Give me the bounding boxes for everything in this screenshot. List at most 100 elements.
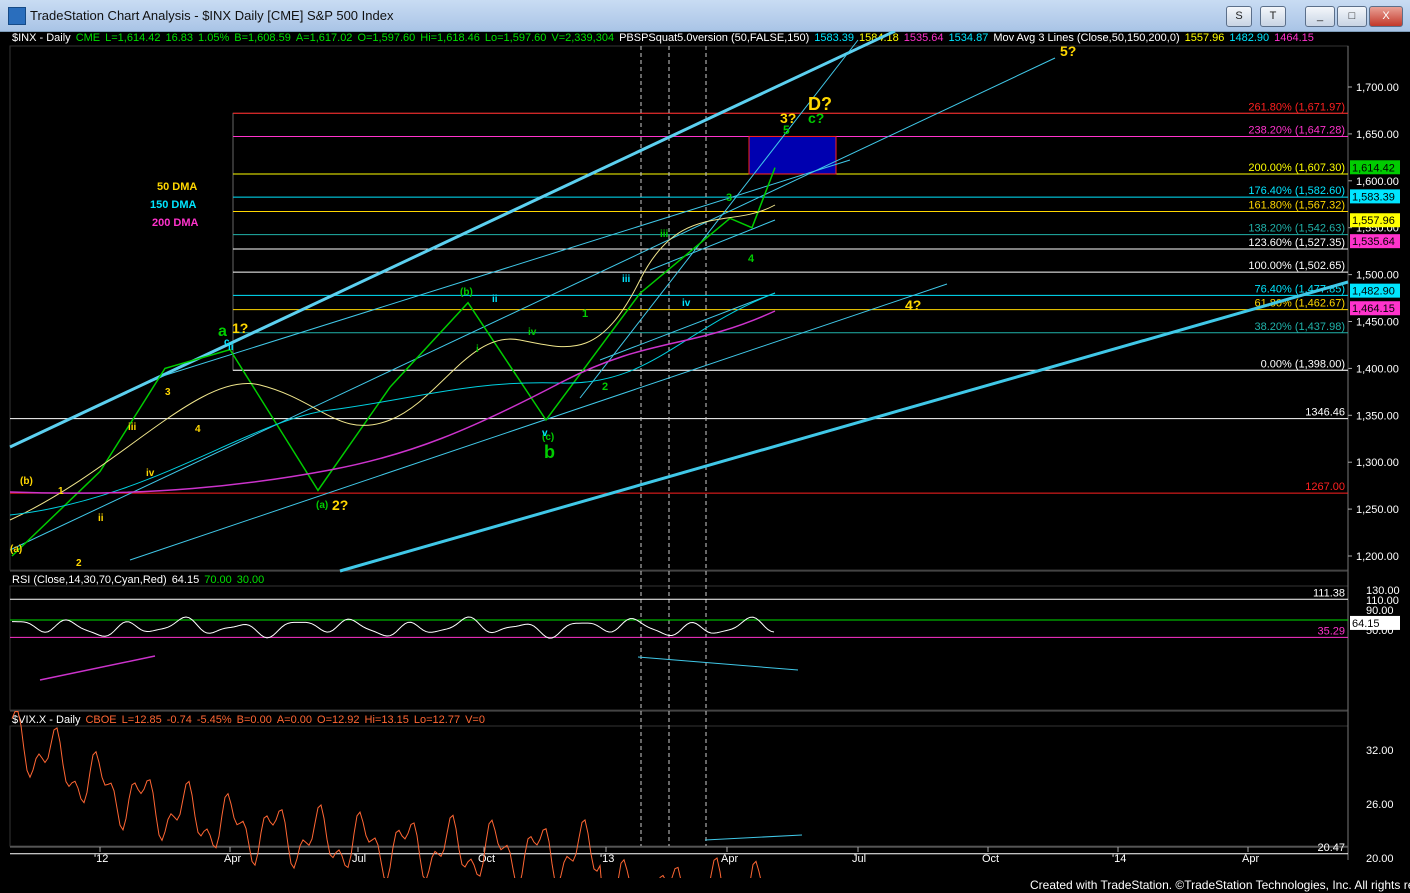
fib-level-label: 76.40% (1,477.85)	[1254, 283, 1345, 295]
vix-line	[11, 711, 761, 878]
wave-label: i	[476, 344, 479, 355]
wave-label: 1?	[232, 320, 248, 336]
time-axis-tick-label: Jul	[352, 853, 366, 865]
fib-level-label: 100.00% (1,502.65)	[1248, 260, 1345, 272]
trend-channel-line[interactable]	[9, 57, 1056, 551]
wave-label: 5	[783, 123, 790, 137]
time-axis-tick-label: Apr	[721, 853, 738, 865]
wave-label: (b)	[460, 287, 473, 298]
wave-label: iv	[528, 327, 537, 338]
wave-label: c?	[808, 110, 824, 126]
rsi-divergence-line[interactable]	[637, 656, 799, 671]
wave-label: (b)	[20, 476, 33, 487]
price-axis-tick-label: 1,650.00	[1356, 129, 1399, 141]
vix-trend-line[interactable]	[704, 834, 803, 841]
wave-label: 1	[582, 308, 588, 320]
ma-label: 50 DMA	[157, 181, 197, 193]
fib-level-label: 261.80% (1,671.97)	[1248, 101, 1345, 113]
time-axis-tick-label: Apr	[1242, 853, 1259, 865]
symbol-link-button[interactable]: S	[1226, 6, 1252, 27]
wave-label: iv	[682, 298, 691, 309]
fib-level-label: 38.20% (1,437.98)	[1254, 321, 1345, 333]
trend-channel-line[interactable]	[9, 31, 896, 449]
vix-pane-frame	[9, 725, 1349, 847]
price-series-line	[11, 167, 776, 557]
wave-label: v	[542, 428, 548, 439]
ma-label: 200 DMA	[152, 217, 199, 229]
ma-200-line	[9, 310, 776, 494]
tradestation-app-icon	[8, 7, 26, 25]
wave-label: 4?	[905, 297, 921, 313]
maximize-button[interactable]: □	[1337, 6, 1367, 27]
fib-level-label: 200.00% (1,607.30)	[1248, 162, 1345, 174]
price-axis-tick-label: 1,700.00	[1356, 82, 1399, 94]
wave-label: 3	[726, 192, 732, 204]
ma-label: 150 DMA	[150, 199, 197, 211]
rsi-horizontal-line-label: 35.29	[1317, 625, 1345, 637]
price-axis-badge-text: 1,583.39	[1352, 191, 1395, 203]
wave-label: iii	[128, 422, 137, 433]
price-axis-badge-text: 1,614.42	[1352, 162, 1395, 174]
wave-label: b	[544, 442, 555, 462]
wave-label: 1	[58, 486, 64, 497]
wave-label: (a)	[316, 500, 328, 511]
copyright-footer: Created with TradeStation. ©TradeStation…	[1030, 878, 1410, 892]
wave-label: iii	[660, 229, 669, 240]
toolbar-link-button[interactable]: T	[1260, 6, 1286, 27]
fib-level-label: 138.20% (1,542.63)	[1248, 223, 1345, 235]
rsi-horizontal-line-label: 111.38	[1313, 587, 1345, 599]
wave-label: (a)	[10, 544, 22, 555]
time-axis-tick-label: Oct	[478, 853, 495, 865]
trend-channel-line[interactable]	[339, 280, 1349, 573]
close-button[interactable]: X	[1369, 6, 1403, 27]
vix-horizontal-line-label: 20.47	[1317, 842, 1345, 854]
wave-label: ii	[228, 342, 234, 353]
wave-label: 5?	[1060, 43, 1076, 59]
wave-label: 4	[195, 424, 201, 435]
fib-level-label: 161.80% (1,567.32)	[1248, 199, 1345, 211]
trend-channel-line[interactable]	[149, 159, 851, 381]
minimize-button[interactable]: _	[1305, 6, 1335, 27]
wave-label: ii	[492, 294, 498, 305]
price-axis-tick-label: 1,600.00	[1356, 176, 1399, 188]
wave-label: 2	[76, 558, 82, 569]
rsi-pane-frame	[9, 585, 1349, 711]
price-axis-tick-label: 1,250.00	[1356, 504, 1399, 516]
price-axis-badge-text: 1,535.64	[1352, 236, 1395, 248]
price-axis-tick-label: 1,500.00	[1356, 270, 1399, 282]
vix-axis-tick-label: 32.00	[1366, 745, 1394, 757]
price-axis-tick-label: 1,200.00	[1356, 551, 1399, 563]
window-titlebar: TradeStation Chart Analysis - $INX Daily…	[0, 0, 1410, 32]
chart-area[interactable]: 1,700.001,650.001,600.001,550.001,500.00…	[0, 31, 1410, 878]
time-axis-tick-label: '12	[94, 853, 108, 865]
price-axis-tick-label: 1,400.00	[1356, 363, 1399, 375]
wave-label: iii	[622, 274, 631, 285]
ma-50-line	[9, 204, 776, 521]
time-axis-tick-label: Jul	[852, 853, 866, 865]
wave-label: 2	[602, 381, 608, 393]
wave-label: iv	[146, 468, 155, 479]
time-axis-tick-label: Oct	[982, 853, 999, 865]
price-axis-tick-label: 1,450.00	[1356, 317, 1399, 329]
horizontal-line-label: 1346.46	[1305, 407, 1345, 419]
time-axis-tick-label: Apr	[224, 853, 241, 865]
ma-150-line	[9, 292, 776, 516]
fib-level-label: 176.40% (1,582.60)	[1248, 185, 1345, 197]
vix-axis-tick-label: 26.00	[1366, 799, 1394, 811]
time-axis-tick-label: '13	[600, 853, 614, 865]
window-title: TradeStation Chart Analysis - $INX Daily…	[30, 8, 394, 23]
trend-channel-line[interactable]	[129, 283, 948, 561]
rsi-axis-badge-text: 64.15	[1352, 618, 1380, 630]
price-axis-badge-text: 1,557.96	[1352, 215, 1395, 227]
wave-label: 3	[165, 387, 171, 398]
fib-level-label: 238.20% (1,647.28)	[1248, 124, 1345, 136]
fib-level-label: 0.00% (1,398.00)	[1261, 358, 1345, 370]
price-axis-tick-label: 1,350.00	[1356, 410, 1399, 422]
wave-label: ii	[98, 513, 104, 524]
fib-level-label: 123.60% (1,527.35)	[1248, 237, 1345, 249]
time-axis-tick-label: '14	[1112, 853, 1126, 865]
wave-label: 4	[748, 253, 755, 265]
wave-label: 2?	[332, 497, 348, 513]
rsi-divergence-line[interactable]	[39, 655, 156, 681]
vix-axis-tick-label: 20.00	[1366, 853, 1394, 865]
